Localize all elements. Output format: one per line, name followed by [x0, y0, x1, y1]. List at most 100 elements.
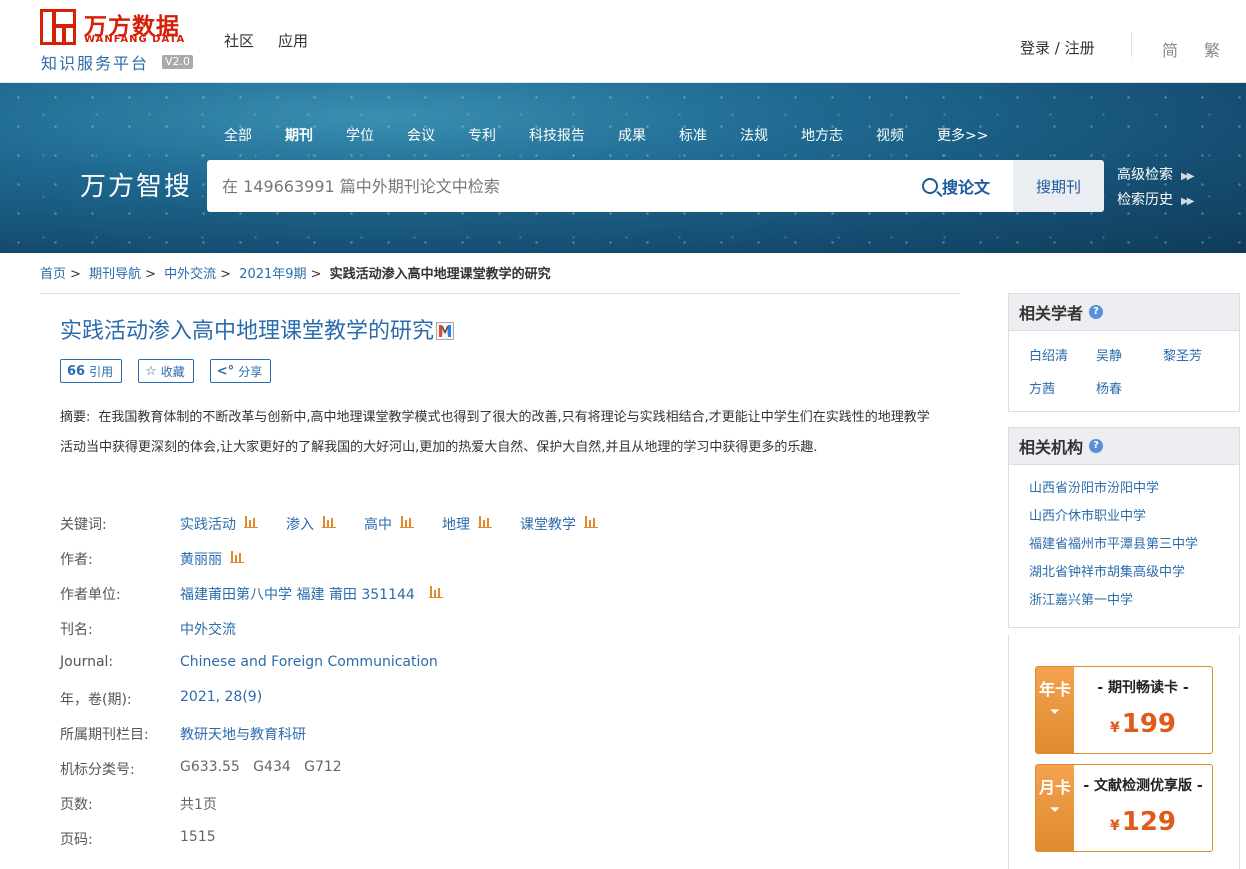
- tab-patent[interactable]: 专利: [468, 125, 496, 145]
- article-title: 实践活动渗入高中地理课堂教学的研究 M: [60, 313, 455, 345]
- keyword-link[interactable]: 渗入: [286, 514, 336, 534]
- org-link[interactable]: 湖北省钟祥市胡集高级中学: [1029, 559, 1239, 587]
- journal-cn-link[interactable]: 中外交流: [180, 619, 236, 639]
- monthly-card-promo[interactable]: 月卡 ⏷ - 文献检测优享版 - ¥129: [1035, 764, 1213, 852]
- bar-chart-icon[interactable]: [400, 515, 414, 528]
- affiliation-link[interactable]: 福建莆田第八中学 福建 莆田 351144: [180, 584, 443, 604]
- logo-subtitle-en: WANFANG DATA: [84, 34, 186, 45]
- breadcrumb: 首页 > 期刊导航 > 中外交流 > 2021年9期 > 实践活动渗入高中地理课堂教学的…: [40, 267, 551, 282]
- clc-value: G633.55 G434 G712: [180, 759, 342, 775]
- wanfang-logo[interactable]: 万方数据 WANFANG DATA 知识服务平台 V2.0: [40, 7, 200, 73]
- tab-video[interactable]: 视频: [876, 125, 904, 145]
- meta-year-volume: 年，卷(期): 2021, 28(9): [60, 689, 960, 709]
- keyword-link[interactable]: 课堂教学: [520, 514, 598, 534]
- journal-en-label: Journal:: [60, 654, 114, 670]
- abstract-label: 摘要:: [60, 410, 91, 425]
- affiliation-text: 福建莆田第八中学 福建 莆田 351144: [180, 587, 415, 603]
- org-link[interactable]: 浙江嘉兴第一中学: [1029, 587, 1239, 615]
- related-scholars-panel: 相关学者 ? 白绍清 吴静 黎圣芳 方茜 杨春: [1008, 293, 1240, 412]
- keyword-link[interactable]: 地理: [442, 514, 492, 534]
- org-link[interactable]: 山西省汾阳市汾阳中学: [1029, 475, 1239, 503]
- keywords-label: 关键词:: [60, 517, 107, 533]
- mendeley-icon[interactable]: M: [436, 322, 455, 340]
- nav-community[interactable]: 社区: [224, 30, 254, 51]
- related-orgs-header: 相关机构 ?: [1009, 427, 1239, 465]
- author-label: 作者:: [60, 552, 93, 568]
- help-icon[interactable]: ?: [1089, 305, 1104, 319]
- org-link[interactable]: 山西介休市职业中学: [1029, 503, 1239, 531]
- search-icon: [922, 178, 938, 194]
- annual-card-title: - 期刊畅读卡 -: [1097, 680, 1189, 696]
- monthly-card-title: - 文献检测优享版 -: [1083, 778, 1203, 794]
- cite-button[interactable]: 66 引用: [60, 359, 123, 383]
- tab-more[interactable]: 更多>>: [937, 125, 988, 145]
- share-button[interactable]: <° 分享: [209, 359, 272, 383]
- scholar-link[interactable]: 方茜: [1029, 378, 1096, 397]
- keyword-text: 渗入: [286, 517, 314, 533]
- column-link[interactable]: 教研天地与教育科研: [180, 724, 306, 744]
- share-label: 分享: [238, 364, 263, 379]
- meta-affiliation: 作者单位: 福建莆田第八中学 福建 莆田 351144: [60, 584, 960, 604]
- year-link[interactable]: 2021, 28(9): [180, 689, 262, 705]
- search-banner: 全部 期刊 学位 会议 专利 科技报告 成果 标准 法规 地方志 视频 更多>>…: [0, 83, 1246, 253]
- meta-author: 作者: 黄丽丽: [60, 549, 960, 569]
- lang-simplified[interactable]: 简: [1162, 37, 1178, 61]
- bar-chart-icon[interactable]: [478, 515, 492, 528]
- tab-achievement[interactable]: 成果: [618, 125, 646, 145]
- help-icon[interactable]: ?: [1089, 439, 1104, 453]
- keyword-link[interactable]: 高中: [364, 514, 414, 534]
- tab-degree[interactable]: 学位: [346, 125, 374, 145]
- scholar-link[interactable]: 杨春: [1096, 378, 1163, 397]
- article-title-text: 实践活动渗入高中地理课堂教学的研究: [60, 319, 435, 344]
- orgs-list: 山西省汾阳市汾阳中学 山西介休市职业中学 福建省福州市平潭县第三中学 湖北省钟祥…: [1009, 465, 1239, 627]
- annual-card-tag: 年卡 ⏷: [1036, 667, 1074, 753]
- bar-chart-icon[interactable]: [584, 515, 598, 528]
- tab-regulation[interactable]: 法规: [740, 125, 768, 145]
- scholar-link[interactable]: 黎圣芳: [1163, 345, 1230, 364]
- tab-all[interactable]: 全部: [224, 125, 252, 145]
- clc-label: 机标分类号:: [60, 762, 135, 778]
- keyword-link[interactable]: 实践活动: [180, 514, 258, 534]
- search-history-link[interactable]: 检索历史 ▶▶: [1117, 189, 1194, 209]
- bar-chart-icon[interactable]: [230, 550, 244, 563]
- search-journal-button[interactable]: 搜期刊: [1013, 160, 1104, 212]
- bar-chart-icon[interactable]: [244, 515, 258, 528]
- lang-traditional[interactable]: 繁: [1204, 37, 1220, 61]
- keyword-text: 地理: [442, 517, 470, 533]
- author-link[interactable]: 黄丽丽: [180, 549, 244, 569]
- wanfang-logo-icon: [40, 9, 76, 45]
- breadcrumb-home[interactable]: 首页: [40, 267, 66, 282]
- nav-apps[interactable]: 应用: [278, 30, 308, 51]
- meta-journal-en: Journal: Chinese and Foreign Communicati…: [60, 654, 960, 674]
- keyword-text: 课堂教学: [520, 517, 576, 533]
- breadcrumb-journal-nav[interactable]: 期刊导航: [89, 267, 141, 282]
- scholar-link[interactable]: 吴静: [1096, 345, 1163, 364]
- org-link[interactable]: 福建省福州市平潭县第三中学: [1029, 531, 1239, 559]
- tab-standard[interactable]: 标准: [679, 125, 707, 145]
- tab-conference[interactable]: 会议: [407, 125, 435, 145]
- top-nav: 社区 应用: [224, 30, 308, 51]
- tab-tech-report[interactable]: 科技报告: [529, 125, 585, 145]
- version-badge: V2.0: [162, 55, 194, 69]
- login-register-link[interactable]: 登录 / 注册: [1020, 37, 1095, 58]
- journal-en-link[interactable]: Chinese and Foreign Communication: [180, 654, 438, 670]
- breadcrumb-issue[interactable]: 2021年9期: [239, 267, 306, 282]
- monthly-card-tag: 月卡 ⏷: [1036, 765, 1074, 851]
- monthly-card-tag-text: 月卡: [1038, 778, 1071, 797]
- related-orgs-panel: 相关机构 ? 山西省汾阳市汾阳中学 山西介休市职业中学 福建省福州市平潭县第三中…: [1008, 427, 1240, 628]
- breadcrumb-journal[interactable]: 中外交流: [164, 267, 216, 282]
- search-paper-button[interactable]: 搜论文: [922, 174, 990, 198]
- author-value: 黄丽丽: [180, 549, 272, 569]
- bar-chart-icon[interactable]: [322, 515, 336, 528]
- header-divider: [1131, 33, 1132, 57]
- bar-chart-icon[interactable]: [428, 585, 443, 598]
- chevron-down-icon: ⏷: [1050, 803, 1060, 816]
- favorite-button[interactable]: ☆ 收藏: [138, 359, 194, 383]
- tab-journal[interactable]: 期刊: [285, 125, 313, 145]
- annual-card-promo[interactable]: 年卡 ⏷ - 期刊畅读卡 - ¥199: [1035, 666, 1213, 754]
- advanced-search-link[interactable]: 高级检索 ▶▶: [1117, 164, 1194, 184]
- tab-local-chronicle[interactable]: 地方志: [801, 125, 843, 145]
- keyword-text: 实践活动: [180, 517, 236, 533]
- scholar-link[interactable]: 白绍清: [1029, 345, 1096, 364]
- search-input[interactable]: [222, 160, 902, 212]
